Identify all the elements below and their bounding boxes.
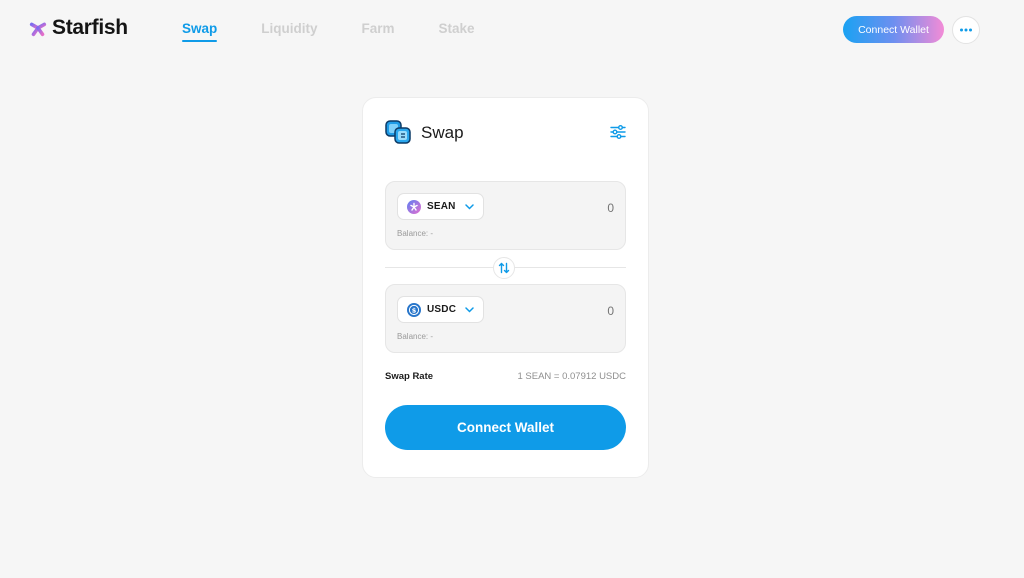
more-options-button[interactable] <box>952 16 980 44</box>
svg-text:$: $ <box>412 306 417 314</box>
main-nav: Swap Liquidity Farm Stake <box>182 21 519 42</box>
connect-wallet-button[interactable]: Connect Wallet <box>385 405 626 450</box>
swap-rate-label: Swap Rate <box>385 371 434 382</box>
ellipsis-icon <box>960 28 972 32</box>
to-token-symbol: USDC <box>427 304 457 315</box>
to-token-selector[interactable]: $ USDC <box>397 296 485 323</box>
sliders-icon[interactable] <box>610 124 626 140</box>
to-amount-input[interactable] <box>534 304 614 318</box>
nav-tab-swap[interactable]: Swap <box>182 21 218 42</box>
usdc-token-icon: $ <box>407 302 421 317</box>
flip-tokens-button[interactable] <box>493 257 515 279</box>
header-connect-wallet-button[interactable]: Connect Wallet <box>843 16 944 43</box>
brand-logo[interactable]: Starfish <box>29 16 128 40</box>
nav-tab-stake[interactable]: Stake <box>439 21 475 42</box>
swap-card-header: Swap <box>385 120 464 146</box>
starfish-logo-icon <box>29 19 47 37</box>
from-balance: Balance: - <box>397 229 434 238</box>
nav-tab-liquidity[interactable]: Liquidity <box>261 21 317 42</box>
from-token-symbol: SEAN <box>427 201 456 212</box>
to-balance: Balance: - <box>397 332 434 341</box>
chevron-down-icon <box>464 203 474 210</box>
swap-arrows-icon <box>498 262 510 274</box>
swap-card: Swap SEAN 0 Balance: - $ USDC 0 Balance:… <box>362 97 649 478</box>
nav-tab-farm[interactable]: Farm <box>362 21 395 42</box>
brand-name: Starfish <box>52 16 128 39</box>
swap-coins-icon <box>385 120 411 144</box>
from-token-selector[interactable]: SEAN <box>397 193 484 220</box>
from-token-panel: SEAN Balance: - <box>385 181 626 250</box>
swap-rate-value: 1 SEAN = 0.07912 USDC <box>517 371 626 382</box>
swap-title: Swap <box>421 123 464 142</box>
top-header: Starfish Swap Liquidity Farm Stake Conne… <box>0 0 1024 60</box>
to-token-panel: $ USDC Balance: - <box>385 284 626 353</box>
chevron-down-icon <box>465 306 474 313</box>
sean-token-icon <box>407 199 421 214</box>
from-amount-input[interactable] <box>534 201 614 215</box>
